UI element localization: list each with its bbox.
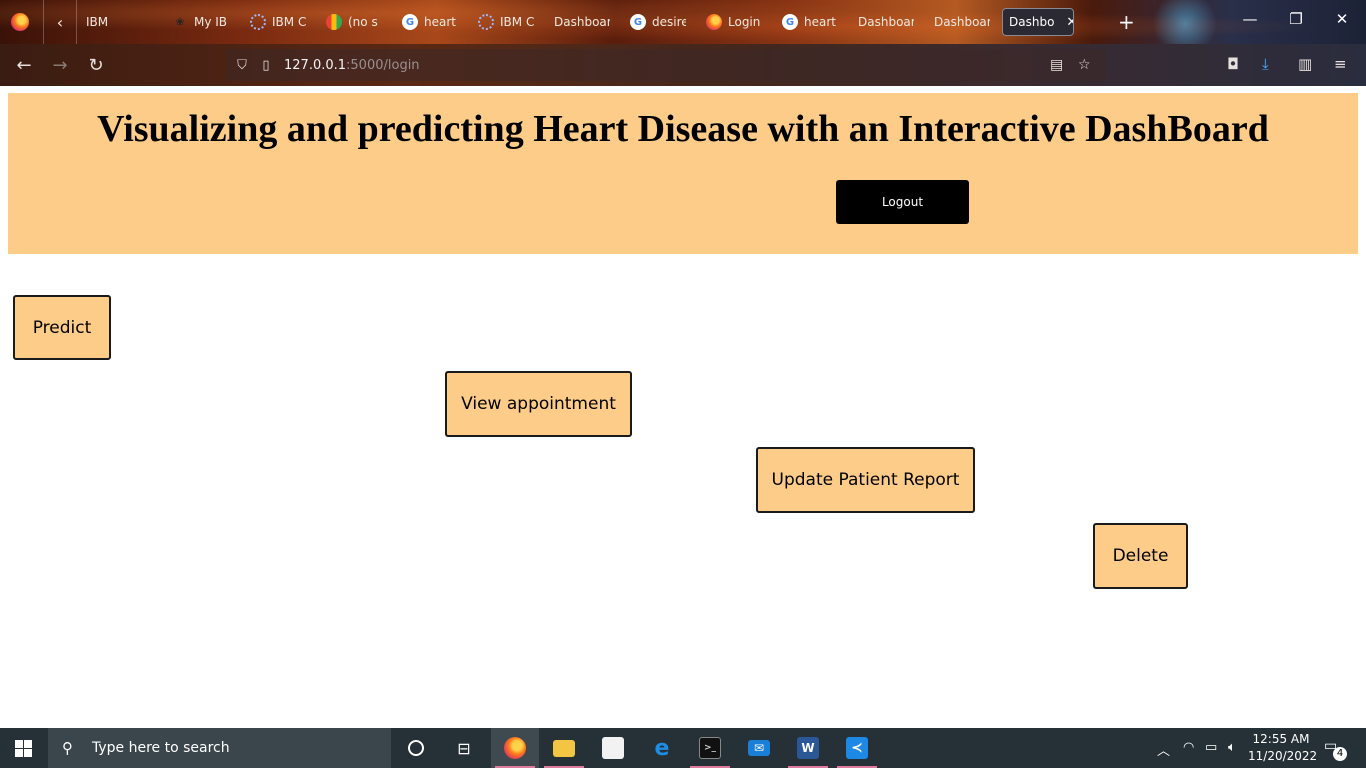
new-tab-icon[interactable]: + (1118, 10, 1135, 34)
taskbar-search-box[interactable]: ⚲ Type here to search (48, 728, 391, 768)
google-icon: G (402, 14, 418, 30)
notification-count-badge: 4 (1333, 747, 1347, 761)
gmail-icon (326, 14, 342, 30)
tab-ibm-cloud-1[interactable]: IBM C (250, 8, 306, 36)
shield-icon[interactable]: ⛉ (234, 57, 250, 73)
logout-button[interactable]: Logout (836, 180, 969, 224)
tab-label: Dashbo (1009, 15, 1055, 29)
google-icon: G (630, 14, 646, 30)
tab-label: heart (804, 15, 836, 29)
tab-label: My IB (194, 15, 228, 29)
tab-label: IBM (86, 15, 109, 29)
wifi-icon[interactable]: ◠ (1183, 740, 1194, 755)
taskbar-firefox-icon[interactable] (491, 728, 539, 768)
restore-icon[interactable]: ❐ (1286, 10, 1306, 28)
clock-time: 12:55 AM (1252, 732, 1310, 746)
browser-nav-bar: ← → ↻ ⛉ ▯ 127.0.0.1:5000/login ▤ ☆ ◘ ⤓ ▥… (0, 44, 1366, 86)
back-icon[interactable]: ← (12, 53, 36, 77)
delete-button[interactable]: Delete (1093, 523, 1188, 589)
page-header: Visualizing and predicting Heart Disease… (8, 93, 1358, 254)
tab-google-heart-1[interactable]: G heart (402, 8, 458, 36)
forward-icon[interactable]: → (48, 53, 72, 77)
tab-gmail[interactable]: (no s (326, 8, 382, 36)
bee-icon: ❀ (175, 16, 185, 28)
firefox-menu-icon[interactable] (11, 13, 29, 31)
search-placeholder: Type here to search (92, 740, 230, 756)
tab-label: IBM C (500, 15, 534, 29)
update-patient-report-button[interactable]: Update Patient Report (756, 447, 975, 513)
search-icon: ⚲ (62, 739, 73, 757)
microsoft-store-icon[interactable] (589, 728, 637, 768)
tab-my-ibm[interactable]: ❀ My IB (172, 8, 228, 36)
tab-label: heart (424, 15, 456, 29)
terminal-icon[interactable]: >_ (686, 728, 734, 768)
predict-button[interactable]: Predict (13, 295, 111, 360)
tab-label: Login (728, 15, 761, 29)
word-icon[interactable]: W (784, 728, 832, 768)
browser-tab-bar: ‹ IBM ❀ My IB IBM C (no s G heart IBM C … (0, 0, 1366, 44)
tray-chevron-up-icon[interactable]: ︿ (1157, 740, 1170, 759)
tab-ibm-1[interactable]: IBM (86, 8, 146, 36)
hamburger-menu-icon[interactable]: ≡ (1334, 55, 1347, 73)
tab-label: IBM C (272, 15, 306, 29)
firefox-icon (706, 14, 722, 30)
file-explorer-icon[interactable] (540, 728, 588, 768)
tab-scroll-left-icon[interactable]: ‹ (43, 0, 77, 44)
cortana-icon[interactable] (392, 728, 440, 768)
tab-dashboard-3[interactable]: Dashboar (934, 8, 990, 36)
windows-start-icon[interactable] (15, 740, 32, 757)
pocket-icon[interactable]: ◘ (1227, 55, 1239, 73)
windows-taskbar: ⚲ Type here to search ⊟ e >_ ✉ W ≺ ︿ ◠ ▭… (0, 728, 1366, 768)
tab-google-heart-2[interactable]: G heart (782, 8, 838, 36)
bookmark-star-icon[interactable]: ☆ (1078, 57, 1091, 73)
tab-login[interactable]: Login (706, 8, 762, 36)
reload-icon[interactable]: ↻ (84, 53, 108, 77)
mail-icon[interactable]: ✉ (735, 728, 783, 768)
tab-label: desire (652, 15, 686, 29)
tab-dashboard-active[interactable]: Dashbo ✕ (1002, 8, 1074, 36)
reader-view-icon[interactable]: ▤ (1050, 57, 1063, 73)
volume-icon[interactable]: 🔈︎ (1228, 740, 1236, 755)
tab-label: Dashboar (934, 15, 990, 29)
download-icon[interactable]: ⤓ (1262, 55, 1269, 73)
taskbar-clock[interactable]: 12:55 AM 11/20/2022 (1248, 731, 1318, 765)
tab-label: (no s (348, 15, 378, 29)
vscode-icon[interactable]: ≺ (833, 728, 881, 768)
battery-icon[interactable]: ▭ (1205, 740, 1217, 755)
sidebar-icon[interactable]: ▥ (1298, 55, 1312, 73)
address-bar[interactable]: ⛉ ▯ 127.0.0.1:5000/login ▤ ☆ (226, 49, 1106, 81)
page-icon[interactable]: ▯ (258, 57, 274, 73)
tab-label: Dashboar (554, 15, 610, 29)
minimize-icon[interactable]: — (1240, 10, 1260, 28)
tab-ibm-cloud-2[interactable]: IBM C (478, 8, 534, 36)
clock-date: 11/20/2022 (1248, 749, 1318, 763)
url-host: 127.0.0.1 (284, 57, 347, 73)
ibm-cloud-icon (250, 14, 266, 30)
url-path: :5000/login (346, 57, 420, 73)
tab-dashboard-1[interactable]: Dashboar (554, 8, 610, 36)
ibm-cloud-icon (478, 14, 494, 30)
close-window-icon[interactable]: ✕ (1332, 10, 1352, 28)
task-view-icon[interactable]: ⊟ (440, 728, 488, 768)
tab-label: Dashboar (858, 15, 914, 29)
edge-icon[interactable]: e (638, 728, 686, 768)
close-tab-icon[interactable]: ✕ (1066, 15, 1073, 30)
tab-dashboard-2[interactable]: Dashboar (858, 8, 914, 36)
view-appointment-button[interactable]: View appointment (445, 371, 632, 437)
page-title: Visualizing and predicting Heart Disease… (97, 108, 1269, 150)
google-icon: G (782, 14, 798, 30)
tab-google-desire[interactable]: G desire (630, 8, 686, 36)
